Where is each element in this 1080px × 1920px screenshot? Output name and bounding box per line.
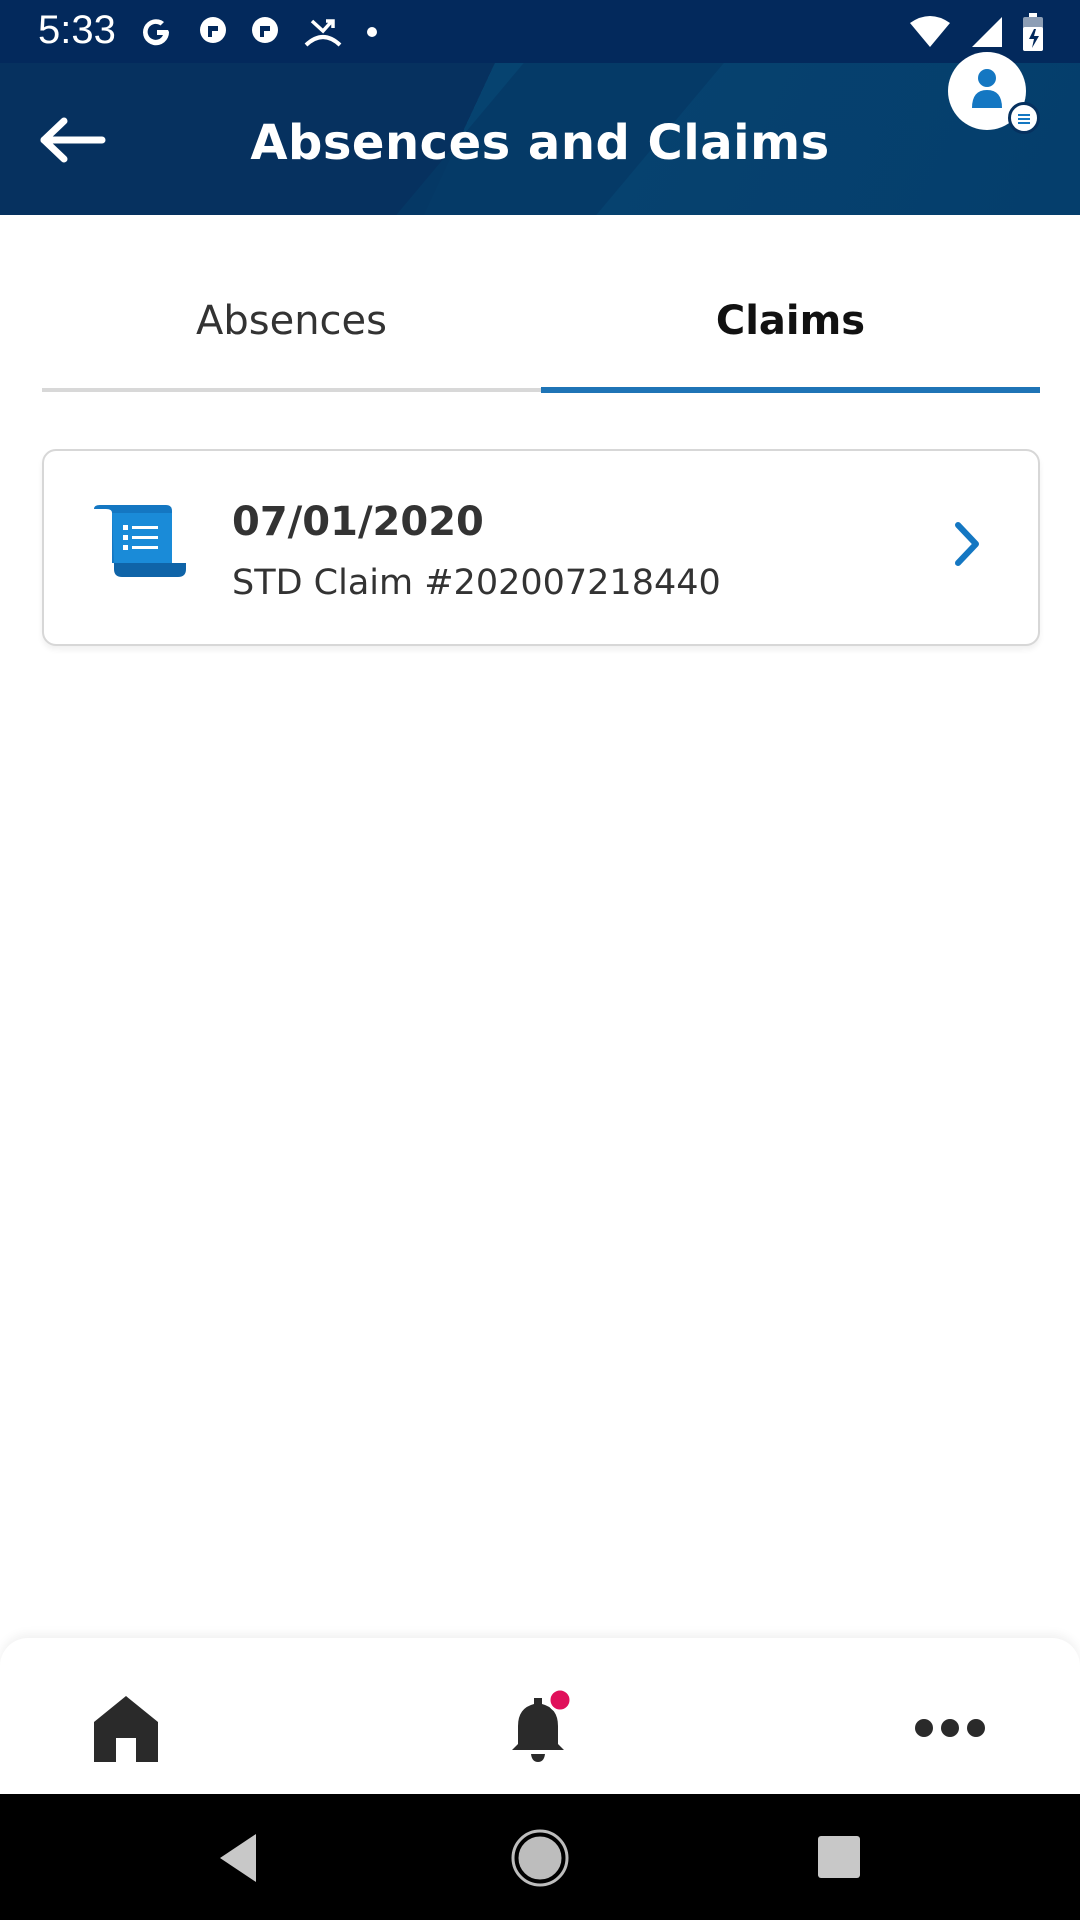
home-circle-icon[interactable] [510, 1828, 570, 1888]
claim-title: STD Claim #202007218440 [232, 563, 721, 603]
tab-divider [42, 388, 541, 392]
claim-card[interactable]: 07/01/2020 STD Claim #202007218440 [42, 449, 1040, 646]
missed-call-icon [304, 19, 342, 47]
system-navigation-bar [0, 1794, 1080, 1920]
app-header: Absences and Claims [0, 63, 1080, 215]
tab-claims-label: Claims [715, 298, 866, 344]
battery-icon [1023, 13, 1043, 51]
chevron-right-icon [955, 522, 979, 566]
status-time: 5:33 [38, 8, 116, 52]
active-tab-indicator [541, 387, 1040, 393]
scroll-document-icon [94, 505, 186, 577]
home-icon [94, 1696, 158, 1762]
pocket-icon [200, 17, 226, 43]
tab-bar: Absences Claims [42, 270, 1040, 394]
nav-home-button[interactable] [86, 1688, 166, 1768]
notification-icons [138, 10, 378, 54]
recents-square-icon[interactable] [810, 1828, 870, 1888]
bottom-navigation [0, 1638, 1080, 1794]
status-bar: 5:33 [0, 0, 1080, 63]
tab-absences[interactable]: Absences [42, 270, 541, 394]
nav-notifications-button[interactable] [498, 1687, 578, 1768]
google-icon [143, 19, 170, 46]
wifi-icon [910, 16, 950, 47]
menu-badge[interactable] [1008, 102, 1040, 134]
tab-claims[interactable]: Claims [541, 270, 1040, 394]
nav-more-button[interactable] [910, 1688, 990, 1768]
more-dots-icon [915, 1719, 985, 1737]
back-triangle-icon[interactable] [210, 1828, 270, 1888]
bell-icon [512, 1687, 573, 1762]
page-title: Absences and Claims [250, 115, 830, 171]
signal-icon [972, 17, 1002, 47]
system-status-icons [908, 12, 1044, 52]
dot-icon [367, 27, 377, 37]
claim-date: 07/01/2020 [232, 499, 484, 545]
tab-absences-label: Absences [196, 298, 387, 344]
pocket-icon [252, 17, 278, 43]
menu-lines-icon [1018, 114, 1030, 124]
